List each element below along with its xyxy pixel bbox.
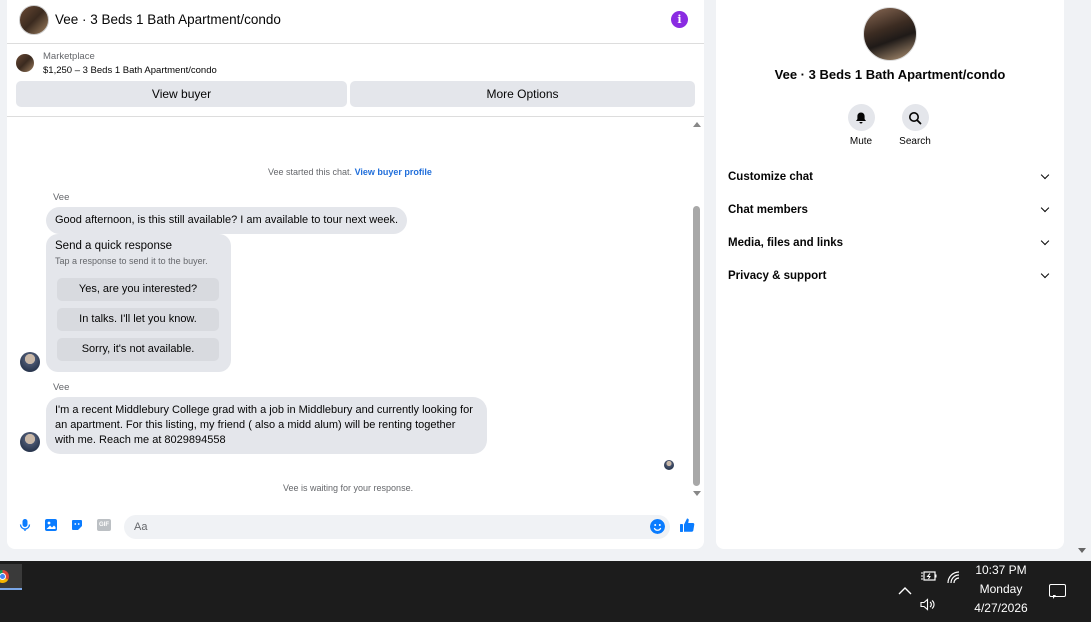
message-scrollbar[interactable] [692, 117, 701, 505]
view-buyer-button[interactable]: View buyer [16, 81, 347, 107]
chevron-down-icon [1040, 236, 1050, 246]
chat-header: Vee · 3 Beds 1 Bath Apartment/condo i [7, 0, 704, 44]
notification-center-icon[interactable] [1049, 584, 1066, 599]
message-input[interactable] [124, 515, 670, 539]
search-label: Search [899, 136, 931, 147]
quick-response-option[interactable]: Sorry, it's not available. [57, 338, 219, 361]
section-label: Customize chat [728, 171, 813, 183]
message-bubble[interactable]: Good afternoon, is this still available?… [46, 207, 408, 234]
sender-name: Vee [53, 192, 70, 203]
sender-avatar[interactable] [20, 432, 40, 452]
quick-response-option[interactable]: In talks. I'll let you know. [57, 308, 219, 331]
quick-response-card: Send a quick response Tap a response to … [46, 234, 231, 372]
chrome-taskbar-button[interactable] [0, 564, 22, 590]
page-scroll-down-arrow-icon[interactable] [1078, 548, 1086, 553]
thumbs-up-icon[interactable] [679, 517, 695, 533]
chrome-icon [0, 570, 9, 583]
chevron-down-icon [1040, 269, 1050, 279]
chat-started-notice: Vee started this chat. View buyer profil… [268, 167, 432, 177]
scrollbar-thumb[interactable] [693, 206, 700, 486]
clock-time: 10:37 PM [975, 563, 1027, 577]
quick-response-subtitle: Tap a response to send it to the buyer. [55, 256, 208, 266]
listing-profile-photo[interactable] [863, 7, 917, 61]
section-customize-chat[interactable]: Customize chat [728, 167, 1052, 189]
section-chat-members[interactable]: Chat members [728, 200, 1052, 222]
chat-panel: Vee · 3 Beds 1 Bath Apartment/condo i Ma… [7, 0, 704, 549]
section-media-files-links[interactable]: Media, files and links [728, 233, 1052, 255]
section-privacy-support[interactable]: Privacy & support [728, 266, 1052, 288]
message-composer: GIF [7, 510, 704, 544]
search-icon [901, 104, 929, 131]
section-label: Media, files and links [728, 237, 844, 249]
chat-started-text: Vee started this chat. [268, 167, 353, 177]
sticker-icon[interactable] [70, 518, 84, 532]
message-list: Vee started this chat. View buyer profil… [7, 117, 704, 505]
view-buyer-profile-link[interactable]: View buyer profile [355, 167, 432, 177]
sender-name: Vee [53, 382, 70, 393]
info-circle-icon[interactable]: i [671, 11, 688, 28]
scroll-up-arrow-icon[interactable] [693, 122, 701, 127]
marketplace-label: Marketplace [43, 51, 95, 62]
more-options-button[interactable]: More Options [350, 81, 695, 107]
waiting-notice: Vee is waiting for your response. [283, 483, 414, 493]
quick-response-option[interactable]: Yes, are you interested? [57, 278, 219, 301]
marketplace-bar: Marketplace $1,250 – 3 Beds 1 Bath Apart… [7, 44, 704, 117]
clock-day: Monday [979, 582, 1023, 596]
mute-label: Mute [849, 136, 873, 147]
section-label: Privacy & support [728, 270, 827, 282]
message-bubble[interactable]: I'm a recent Middlebury College grad wit… [46, 397, 487, 454]
chat-info-title: Vee · 3 Beds 1 Bath Apartment/condo [774, 67, 1006, 82]
emoji-icon[interactable] [650, 519, 665, 534]
section-label: Chat members [728, 204, 808, 216]
chat-title[interactable]: Vee · 3 Beds 1 Bath Apartment/condo [55, 12, 281, 27]
chevron-down-icon [1040, 170, 1050, 180]
battery-charging-icon[interactable] [921, 570, 937, 582]
search-button[interactable]: Search [890, 104, 940, 147]
clock-date: 4/27/2026 [974, 601, 1028, 615]
listing-avatar[interactable] [19, 5, 49, 35]
system-clock[interactable]: 10:37 PM Monday 4/27/2026 [968, 561, 1034, 618]
wifi-icon[interactable] [946, 570, 962, 584]
mute-button[interactable]: Mute [836, 104, 886, 147]
chat-info-panel: Vee · 3 Beds 1 Bath Apartment/condo Mute… [716, 0, 1064, 549]
seen-indicator-avatar [664, 460, 674, 470]
image-icon[interactable] [44, 518, 58, 532]
volume-icon[interactable] [920, 598, 936, 611]
gif-icon[interactable]: GIF [97, 519, 111, 531]
listing-price-title: $1,250 – 3 Beds 1 Bath Apartment/condo [43, 65, 217, 76]
bell-icon [847, 104, 875, 131]
microphone-icon[interactable] [18, 518, 32, 532]
sender-avatar[interactable] [20, 352, 40, 372]
scroll-down-arrow-icon[interactable] [693, 491, 701, 496]
chevron-down-icon [1040, 203, 1050, 213]
listing-thumbnail [16, 54, 34, 72]
taskbar: 10:37 PM Monday 4/27/2026 [0, 561, 1091, 622]
chevron-up-icon[interactable] [898, 586, 912, 596]
quick-response-title: Send a quick response [55, 240, 172, 252]
